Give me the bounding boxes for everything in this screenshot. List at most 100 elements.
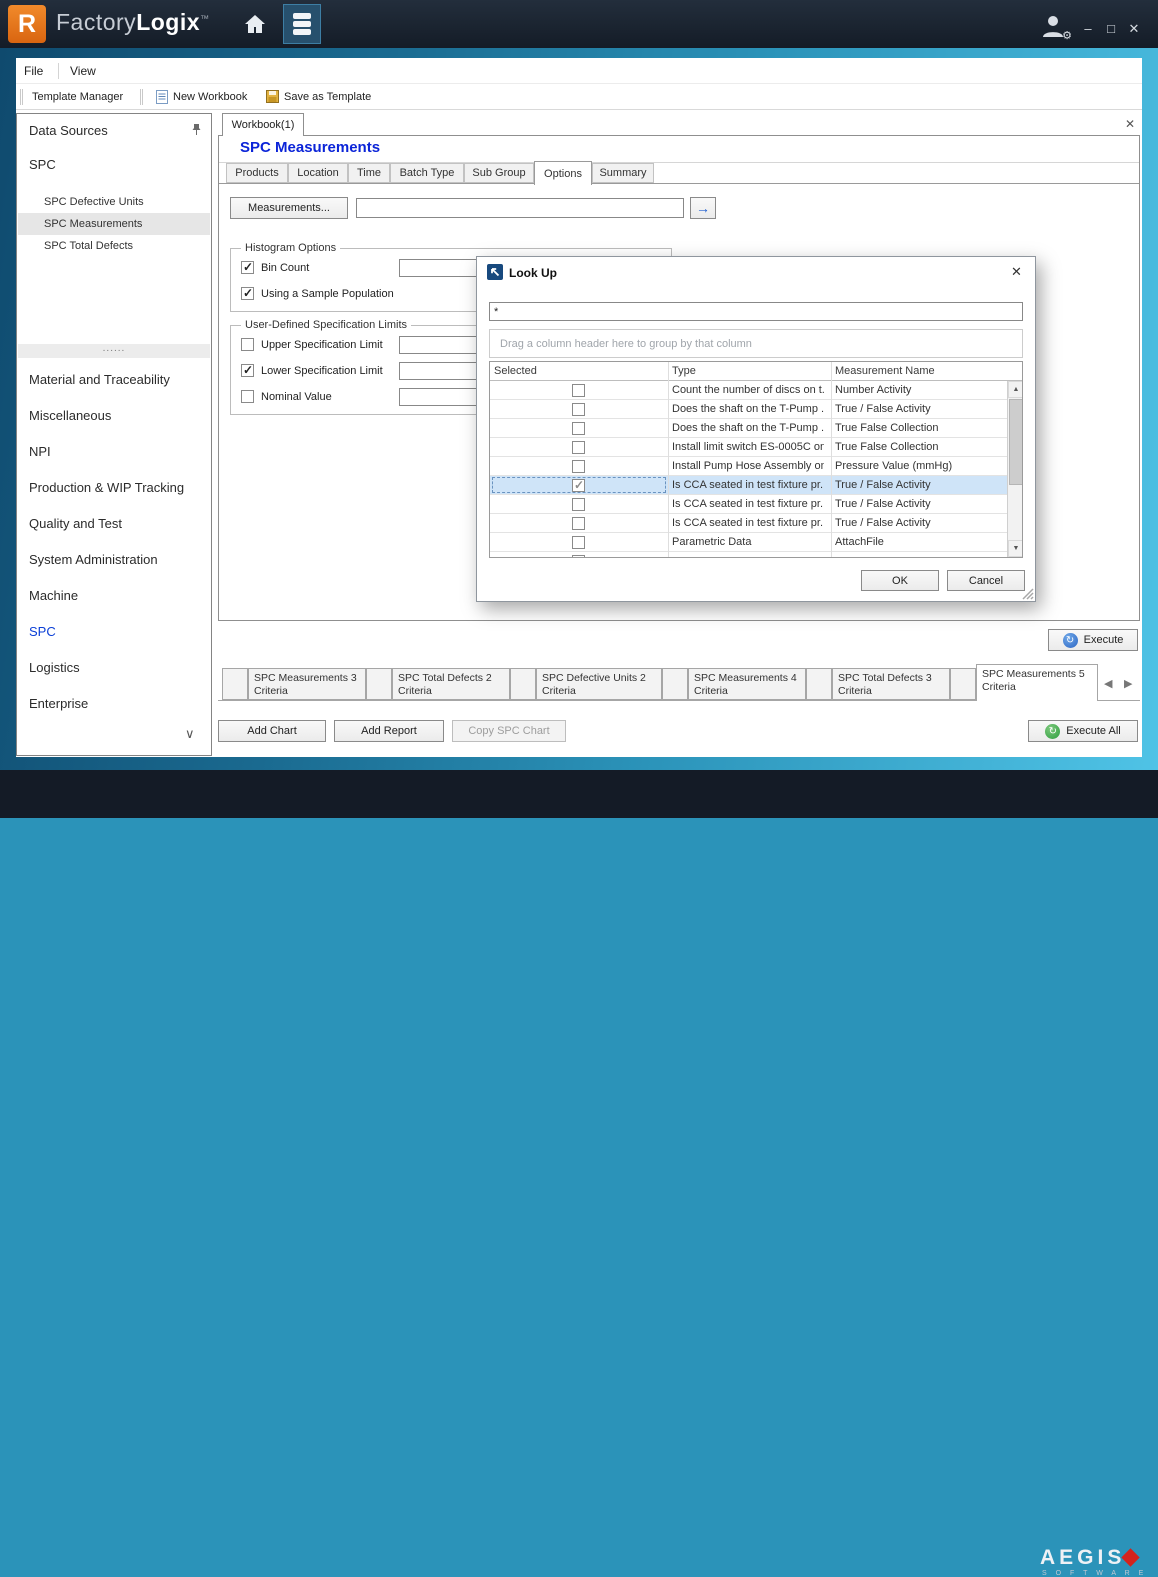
scrollbar-up-icon[interactable]: ▲ [1008, 381, 1023, 398]
lookup-row-selected[interactable]: Is CCA seated in test fixture pr... True… [490, 476, 1007, 495]
lookup-dialog-close-icon[interactable]: ✕ [1011, 264, 1022, 280]
bin-count-checkbox[interactable] [241, 261, 254, 274]
tab-summary[interactable]: Summary [592, 163, 654, 183]
sidebar-category-enterprise[interactable]: Enterprise [29, 696, 88, 711]
sidebar-item-spc-defective-units[interactable]: SPC Defective Units [18, 191, 210, 213]
sidebar-item-spc-total-defects[interactable]: SPC Total Defects [18, 235, 210, 257]
minimize-button[interactable]: – [1080, 21, 1096, 36]
sidebar-category-machine[interactable]: Machine [29, 588, 78, 603]
sidebar-category-npi[interactable]: NPI [29, 444, 51, 459]
lookup-dialog-titlebar[interactable]: Look Up ✕ [477, 257, 1035, 287]
row-select-checkbox[interactable] [572, 536, 585, 549]
row-select-checkbox[interactable] [572, 479, 585, 492]
close-button[interactable]: ✕ [1126, 21, 1142, 37]
criteria-scroll-left-icon[interactable]: ◀ [1104, 677, 1112, 690]
sidebar-category-spc[interactable]: SPC [29, 624, 56, 639]
lookup-row[interactable]: Install Pump Hose Assembly on... Pressur… [490, 457, 1007, 476]
lookup-row[interactable]: Is CCA seated in test fixture pr... True… [490, 514, 1007, 533]
user-settings-button[interactable]: ⚙ [1038, 12, 1068, 40]
home-button[interactable] [240, 10, 270, 38]
menu-view[interactable]: View [70, 64, 96, 78]
lookup-row[interactable]: Does the shaft on the T-Pump ... True Fa… [490, 419, 1007, 438]
brand-bold: Logix [136, 9, 200, 35]
sidebar-scroll-down-icon[interactable]: ∨ [185, 726, 195, 742]
tab-location[interactable]: Location [288, 163, 348, 183]
criteria-tab-spacer[interactable] [222, 668, 248, 700]
row-select-checkbox[interactable] [572, 384, 585, 397]
row-select-checkbox[interactable] [572, 403, 585, 416]
lookup-row[interactable]: Is CCA seated in test fixture pr... True… [490, 495, 1007, 514]
sidebar-category-material-and-traceability[interactable]: Material and Traceability [29, 372, 170, 387]
sidebar-category-system-administration[interactable]: System Administration [29, 552, 158, 567]
toolbar: Template Manager New Workbook Save as Te… [16, 84, 1142, 110]
lookup-arrow-button[interactable]: → [690, 197, 716, 219]
workbooks-button[interactable] [283, 4, 321, 44]
criteria-tab-spacer[interactable] [950, 668, 976, 700]
lookup-row[interactable]: Parametric Data AttachFile [490, 533, 1007, 552]
template-manager-button[interactable]: Template Manager [32, 91, 123, 103]
resize-grip[interactable] [1021, 587, 1034, 605]
measurement-input[interactable] [356, 198, 684, 218]
row-select-checkbox[interactable] [572, 441, 585, 454]
grid-scrollbar[interactable]: ▲ ▼ [1007, 381, 1023, 557]
workbook-close-icon[interactable]: ✕ [1125, 117, 1135, 131]
row-select-checkbox[interactable] [572, 498, 585, 511]
sidebar-item-spc-measurements[interactable]: SPC Measurements [18, 213, 210, 235]
sidebar-category-miscellaneous[interactable]: Miscellaneous [29, 408, 111, 423]
cancel-button[interactable]: Cancel [947, 570, 1025, 591]
lookup-row[interactable]: Does the shaft on the T-Pump ... True / … [490, 400, 1007, 419]
criteria-scroll-right-icon[interactable]: ▶ [1124, 677, 1132, 690]
lookup-row[interactable]: Count the number of discs on t... Number… [490, 381, 1007, 400]
tab-products[interactable]: Products [226, 163, 288, 183]
save-as-template-button[interactable]: Save as Template [284, 91, 371, 103]
sidebar-category-logistics[interactable]: Logistics [29, 660, 80, 675]
sample-population-checkbox[interactable] [241, 287, 254, 300]
add-report-button[interactable]: Add Report [334, 720, 444, 742]
column-header-selected[interactable]: Selected [494, 365, 537, 377]
lower-spec-limit-checkbox[interactable] [241, 364, 254, 377]
criteria-tab-spacer[interactable] [366, 668, 392, 700]
criteria-tab-spacer[interactable] [662, 668, 688, 700]
criteria-tab-spc-defective-units-2[interactable]: SPC Defective Units 2 Criteria [536, 668, 662, 700]
row-select-checkbox[interactable] [572, 555, 585, 558]
add-chart-button[interactable]: Add Chart [218, 720, 326, 742]
lookup-filter-input[interactable] [489, 302, 1023, 321]
criteria-tab-spacer[interactable] [806, 668, 832, 700]
ok-button[interactable]: OK [861, 570, 939, 591]
tab-sub-group[interactable]: Sub Group [464, 163, 534, 183]
measurements-button[interactable]: Measurements... [230, 197, 348, 219]
criteria-tab-spc-total-defects-3[interactable]: SPC Total Defects 3 Criteria [832, 668, 950, 700]
sidebar-group-spc[interactable]: SPC [29, 157, 56, 172]
criteria-tab-spc-measurements-3[interactable]: SPC Measurements 3 Criteria [248, 668, 366, 700]
sidebar-category-quality-and-test[interactable]: Quality and Test [29, 516, 122, 531]
tab-batch-type[interactable]: Batch Type [390, 163, 464, 183]
lookup-row-partial[interactable] [490, 552, 1007, 558]
criteria-tab-spc-total-defects-2[interactable]: SPC Total Defects 2 Criteria [392, 668, 510, 700]
new-workbook-button[interactable]: New Workbook [173, 91, 247, 103]
group-by-drop-zone[interactable]: Drag a column header here to group by th… [489, 329, 1023, 358]
menu-file[interactable]: File [24, 64, 43, 78]
maximize-button[interactable]: □ [1103, 21, 1119, 36]
tab-time[interactable]: Time [348, 163, 390, 183]
scrollbar-thumb[interactable] [1009, 399, 1023, 485]
column-header-measurement-name[interactable]: Measurement Name [835, 365, 935, 377]
column-header-type[interactable]: Type [672, 365, 696, 377]
row-select-checkbox[interactable] [572, 460, 585, 473]
sidebar-splitter[interactable]: ...... [18, 344, 210, 358]
nominal-value-checkbox[interactable] [241, 390, 254, 403]
criteria-tab-spc-measurements-5[interactable]: SPC Measurements 5 Criteria [976, 664, 1098, 701]
tab-workbook-1[interactable]: Workbook(1) [222, 113, 304, 136]
page-title: SPC Measurements [240, 139, 380, 156]
upper-spec-limit-checkbox[interactable] [241, 338, 254, 351]
lookup-row[interactable]: Install limit switch ES-0005C on... True… [490, 438, 1007, 457]
row-select-checkbox[interactable] [572, 422, 585, 435]
scrollbar-down-icon[interactable]: ▼ [1008, 540, 1023, 557]
execute-all-button[interactable]: ↻ Execute All [1028, 720, 1138, 742]
criteria-tab-spc-measurements-4[interactable]: SPC Measurements 4 Criteria [688, 668, 806, 700]
execute-button[interactable]: ↻ Execute [1048, 629, 1138, 651]
sidebar-category-production-wip-tracking[interactable]: Production & WIP Tracking [29, 480, 184, 495]
criteria-tab-spacer[interactable] [510, 668, 536, 700]
tab-options[interactable]: Options [534, 161, 592, 185]
pin-icon[interactable] [192, 123, 201, 141]
row-select-checkbox[interactable] [572, 517, 585, 530]
